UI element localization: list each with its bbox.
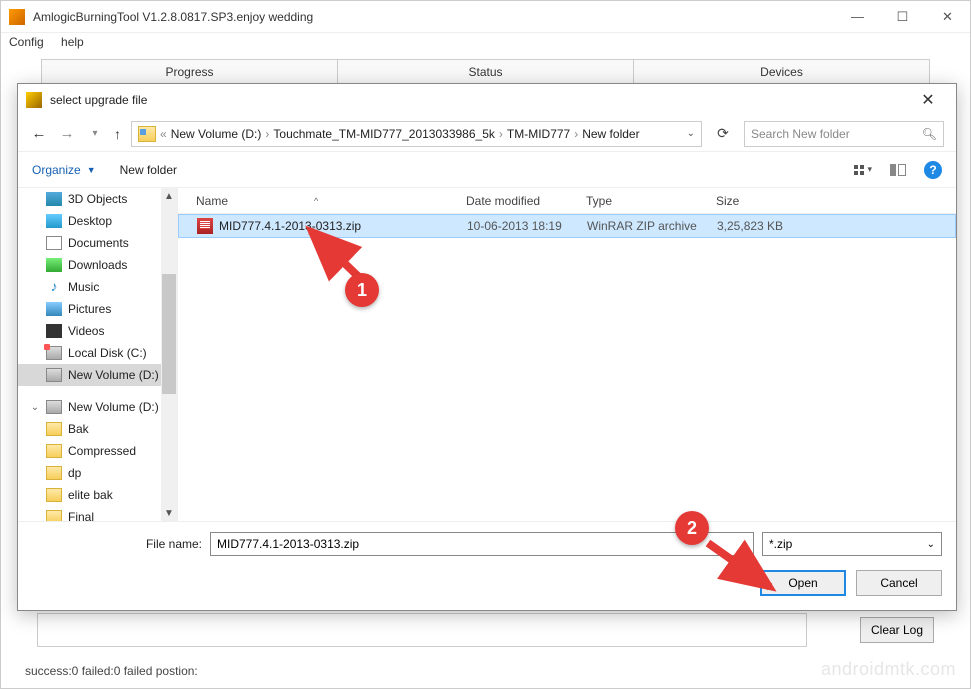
- sidebar-3d-objects[interactable]: 3D Objects: [18, 188, 177, 210]
- open-button[interactable]: Open: [760, 570, 846, 596]
- file-size: 3,25,823 KB: [717, 219, 817, 233]
- app-icon: [9, 9, 25, 25]
- filter-select[interactable]: *.zip ⌄: [762, 532, 942, 556]
- close-button[interactable]: ✕: [925, 2, 970, 32]
- breadcrumb-prefix: «: [160, 127, 167, 141]
- help-icon[interactable]: ?: [924, 161, 942, 179]
- sidebar-scrollbar[interactable]: ▲ ▼: [161, 188, 177, 521]
- crumb-3[interactable]: TM-MID777: [507, 127, 570, 141]
- file-list: Name^ Date modified Type Size MID777.4.1…: [178, 188, 956, 521]
- sidebar-videos[interactable]: Videos: [18, 320, 177, 342]
- filter-value: *.zip: [769, 537, 792, 551]
- parent-title: AmlogicBurningTool V1.2.8.0817.SP3.enjoy…: [33, 10, 835, 24]
- sidebar-folder-bak[interactable]: Bak: [18, 418, 177, 440]
- file-list-header: Name^ Date modified Type Size: [178, 188, 956, 214]
- filename-input[interactable]: [210, 532, 754, 556]
- annotation-2: 2: [675, 511, 709, 545]
- recent-button[interactable]: ▾: [86, 128, 104, 139]
- search-placeholder: Search New folder: [751, 127, 850, 141]
- address-dropdown-icon[interactable]: ⌄: [687, 128, 695, 139]
- crumb-1[interactable]: New Volume (D:): [171, 127, 262, 141]
- new-folder-button[interactable]: New folder: [120, 163, 177, 177]
- preview-pane-button[interactable]: [890, 164, 906, 176]
- parent-tabs: Progress Status Devices: [41, 59, 930, 83]
- clear-log-button[interactable]: Clear Log: [860, 617, 934, 643]
- search-icon: 🔍︎: [922, 127, 937, 141]
- organize-dropdown-icon[interactable]: ▼: [87, 165, 96, 175]
- sidebar-pictures[interactable]: Pictures: [18, 298, 177, 320]
- dialog-close-button[interactable]: ✕: [908, 90, 948, 110]
- chevron-right-icon: ›: [265, 127, 269, 141]
- file-date: 10-06-2013 18:19: [467, 219, 587, 233]
- parent-titlebar: AmlogicBurningTool V1.2.8.0817.SP3.enjoy…: [1, 1, 970, 33]
- col-type[interactable]: Type: [586, 194, 716, 208]
- nav-row: ← → ▾ ↑ « New Volume (D:) › Touchmate_TM…: [18, 116, 956, 152]
- sidebar-root-new-volume[interactable]: ⌄New Volume (D:): [18, 396, 177, 418]
- menu-config[interactable]: Config: [9, 35, 44, 49]
- annotation-1: 1: [345, 273, 379, 307]
- scroll-up-icon[interactable]: ▲: [164, 188, 174, 204]
- sidebar-desktop[interactable]: Desktop: [18, 210, 177, 232]
- crumb-2[interactable]: Touchmate_TM-MID777_2013033986_5k: [273, 127, 494, 141]
- status-bar: success:0 failed:0 failed postion:: [25, 664, 198, 678]
- view-options-button[interactable]: ▾: [854, 164, 872, 175]
- maximize-button[interactable]: ☐: [880, 2, 925, 32]
- parent-menubar: Config help: [1, 33, 970, 55]
- search-input[interactable]: Search New folder 🔍︎: [744, 121, 944, 147]
- forward-button[interactable]: →: [58, 125, 76, 142]
- refresh-button[interactable]: ⟳: [712, 123, 734, 145]
- watermark: androidmtk.com: [821, 659, 956, 680]
- tab-devices[interactable]: Devices: [634, 59, 930, 83]
- col-date[interactable]: Date modified: [466, 194, 586, 208]
- back-button[interactable]: ←: [30, 125, 48, 142]
- sidebar: 3D Objects Desktop Documents Downloads ♪…: [18, 188, 178, 521]
- menu-help[interactable]: help: [61, 35, 84, 49]
- sidebar-local-disk-c[interactable]: Local Disk (C:): [18, 342, 177, 364]
- dialog-app-icon: [26, 92, 42, 108]
- file-dialog: select upgrade file ✕ ← → ▾ ↑ « New Volu…: [17, 83, 957, 611]
- organize-button[interactable]: Organize: [32, 163, 81, 177]
- dialog-titlebar: select upgrade file ✕: [18, 84, 956, 116]
- folder-icon: [138, 126, 156, 142]
- tab-status[interactable]: Status: [338, 59, 634, 83]
- toolbar-row: Organize ▼ New folder ▾ ?: [18, 152, 956, 188]
- up-button[interactable]: ↑: [114, 126, 121, 142]
- file-row-selected[interactable]: MID777.4.1-2013-0313.zip 10-06-2013 18:1…: [178, 214, 956, 238]
- crumb-4[interactable]: New folder: [582, 127, 639, 141]
- sidebar-folder-dp[interactable]: dp: [18, 462, 177, 484]
- filename-label: File name:: [32, 537, 202, 551]
- log-box: [37, 613, 807, 647]
- scroll-thumb[interactable]: [162, 274, 176, 394]
- chevron-right-icon: ›: [499, 127, 503, 141]
- sidebar-documents[interactable]: Documents: [18, 232, 177, 254]
- address-bar[interactable]: « New Volume (D:) › Touchmate_TM-MID777_…: [131, 121, 702, 147]
- sidebar-folder-compressed[interactable]: Compressed: [18, 440, 177, 462]
- minimize-button[interactable]: —: [835, 2, 880, 32]
- cancel-button[interactable]: Cancel: [856, 570, 942, 596]
- sidebar-folder-final[interactable]: Final: [18, 506, 177, 521]
- col-size[interactable]: Size: [716, 194, 816, 208]
- chevron-down-icon: ⌄: [927, 539, 935, 550]
- dialog-title: select upgrade file: [50, 93, 908, 107]
- col-name[interactable]: Name^: [196, 194, 466, 208]
- sidebar-new-volume-d[interactable]: New Volume (D:): [18, 364, 177, 386]
- sidebar-folder-elite-bak[interactable]: elite bak: [18, 484, 177, 506]
- scroll-down-icon[interactable]: ▼: [164, 505, 174, 521]
- sidebar-music[interactable]: ♪Music: [18, 276, 177, 298]
- zip-file-icon: [197, 218, 213, 234]
- tab-progress[interactable]: Progress: [41, 59, 338, 83]
- file-type: WinRAR ZIP archive: [587, 219, 717, 233]
- sidebar-downloads[interactable]: Downloads: [18, 254, 177, 276]
- file-name: MID777.4.1-2013-0313.zip: [219, 219, 361, 233]
- bottom-panel: File name: *.zip ⌄ Open Cancel: [18, 521, 956, 610]
- chevron-right-icon: ›: [574, 127, 578, 141]
